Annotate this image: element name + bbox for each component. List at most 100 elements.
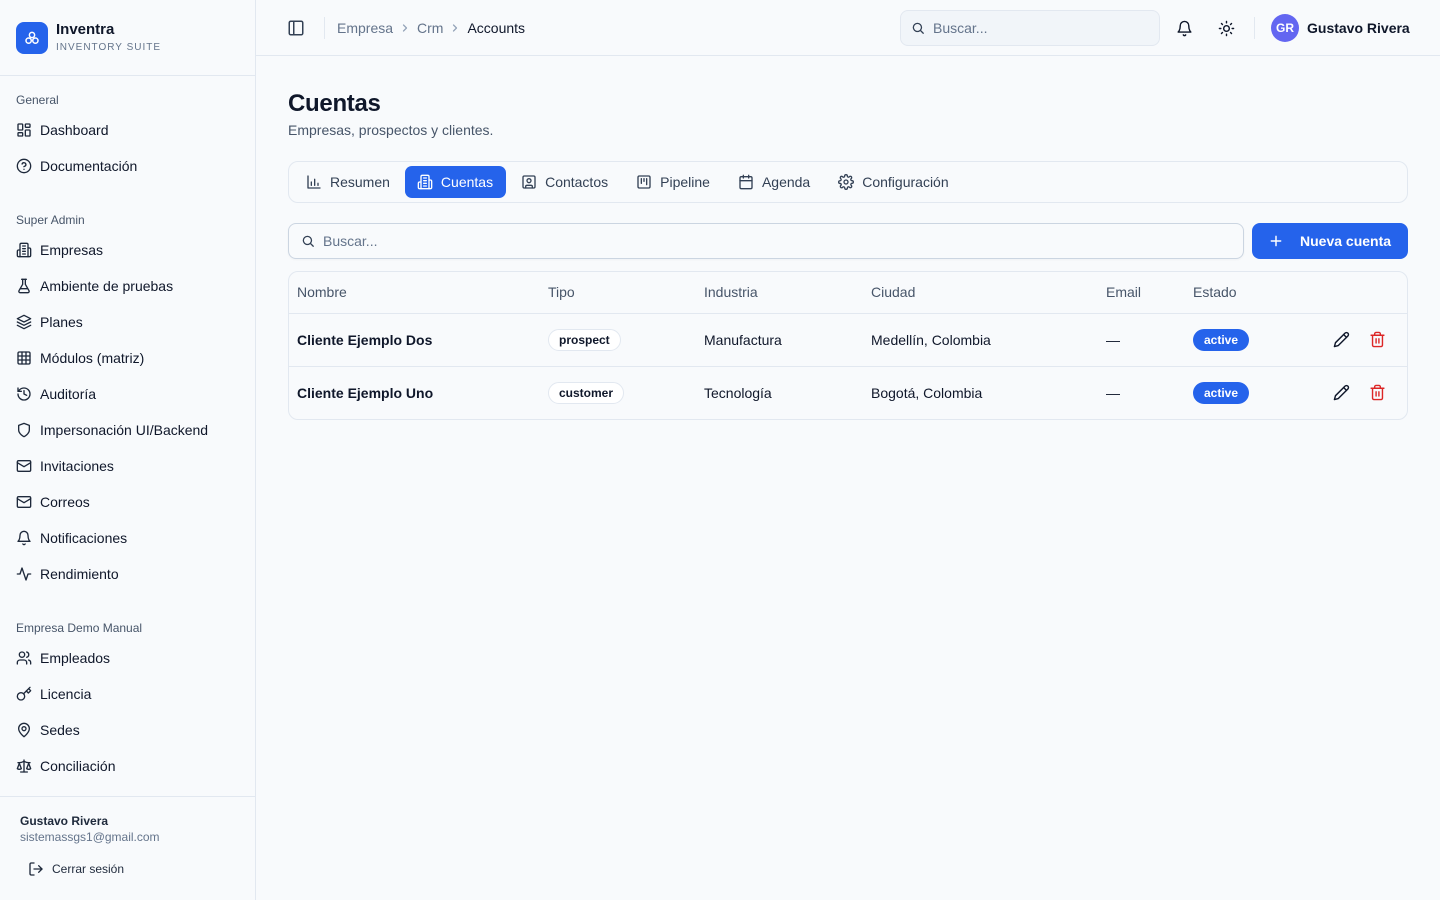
- delete-button[interactable]: [1363, 379, 1391, 407]
- trash-icon: [1369, 384, 1385, 401]
- logout-button[interactable]: Cerrar sesión: [20, 861, 235, 877]
- pencil-icon: [1333, 331, 1349, 348]
- sidebar-nav: General Dashboard Documentación Super Ad…: [0, 76, 255, 796]
- brand-name: Inventra: [56, 20, 115, 38]
- tab-contactos[interactable]: Contactos: [508, 166, 621, 198]
- sidebar-item-rendimiento[interactable]: Rendimiento: [0, 556, 255, 592]
- sidebar-item-label: Licencia: [40, 686, 92, 702]
- edit-button[interactable]: [1327, 326, 1355, 354]
- tab-configuracion[interactable]: Configuración: [825, 166, 961, 198]
- top-header: Empresa Crm Accounts GR Gustavo Rivera: [256, 0, 1440, 56]
- mail-icon: [16, 496, 32, 508]
- type-badge: prospect: [548, 328, 621, 351]
- footer-user-name: Gustavo Rivera: [20, 814, 109, 828]
- sidebar-item-sedes[interactable]: Sedes: [0, 712, 255, 748]
- sidebar-item-label: Notificaciones: [40, 530, 128, 546]
- sidebar-item-planes[interactable]: Planes: [0, 304, 255, 340]
- column-header-estado[interactable]: Estado: [1185, 272, 1305, 314]
- logout-icon: [29, 862, 43, 876]
- cell-name: Cliente Ejemplo Dos: [289, 313, 540, 367]
- gear-icon: [838, 174, 855, 190]
- sidebar-item-label: Impersonación UI/Backend: [40, 422, 209, 438]
- status-badge: active: [1193, 381, 1250, 404]
- mail-icon: [16, 460, 32, 472]
- user-menu[interactable]: GR Gustavo Rivera: [1271, 14, 1410, 42]
- sidebar-item-label: Auditoría: [40, 386, 97, 402]
- accounts-search[interactable]: [288, 223, 1244, 259]
- sidebar-item-impersonacion[interactable]: Impersonación UI/Backend: [0, 412, 255, 448]
- sidebar-item-documentacion[interactable]: Documentación: [0, 148, 255, 184]
- sidebar-item-label: Sedes: [40, 722, 80, 738]
- sidebar-item-modulos[interactable]: Módulos (matriz): [0, 340, 255, 376]
- edit-button[interactable]: [1327, 379, 1355, 407]
- sidebar-item-auditoria[interactable]: Auditoría: [0, 376, 255, 412]
- table-row[interactable]: Cliente Ejemplo Uno customer Tecnología …: [289, 366, 1407, 419]
- bell-icon: [1176, 20, 1192, 36]
- building-icon: [417, 174, 433, 190]
- tab-bar: Resumen Cuentas Contactos Pipeline Agend…: [288, 161, 1408, 203]
- tab-cuentas[interactable]: Cuentas: [404, 166, 507, 198]
- delete-button[interactable]: [1363, 326, 1391, 354]
- new-account-button[interactable]: Nueva cuenta: [1252, 223, 1408, 259]
- nav-group-label-general: General: [16, 93, 59, 107]
- tab-label: Cuentas: [440, 174, 494, 190]
- tab-agenda[interactable]: Agenda: [725, 166, 823, 198]
- users-icon: [16, 651, 32, 665]
- brand[interactable]: Inventra INVENTORY SUITE: [0, 0, 255, 76]
- chevron-right-icon: [402, 23, 408, 32]
- sidebar-item-conciliacion[interactable]: Conciliación: [0, 748, 255, 784]
- pencil-icon: [1333, 385, 1349, 401]
- search-icon: [912, 22, 924, 34]
- status-badge: active: [1193, 328, 1250, 351]
- column-header-industria[interactable]: Industria: [696, 272, 863, 314]
- cell-actions: [1305, 366, 1407, 419]
- sidebar-item-label: Conciliación: [40, 758, 116, 774]
- tab-pipeline[interactable]: Pipeline: [623, 166, 723, 198]
- notifications-button[interactable]: [1170, 14, 1198, 42]
- sidebar-item-notificaciones[interactable]: Notificaciones: [0, 520, 255, 556]
- sidebar-item-correos[interactable]: Correos: [0, 484, 255, 520]
- tab-label: Contactos: [545, 174, 609, 190]
- page-subtitle: Empresas, prospectos y clientes.: [288, 122, 494, 138]
- sidebar-item-empresas[interactable]: Empresas: [0, 232, 255, 268]
- shield-icon: [18, 422, 30, 438]
- logout-label: Cerrar sesión: [52, 862, 125, 876]
- column-header-email[interactable]: Email: [1098, 272, 1185, 314]
- cell-city: Medellín, Colombia: [863, 313, 1098, 367]
- cell-email: —: [1098, 313, 1185, 367]
- plus-icon: [1270, 235, 1282, 247]
- user-name: Gustavo Rivera: [1307, 20, 1410, 36]
- sidebar-item-label: Empleados: [40, 650, 111, 666]
- header-search[interactable]: [900, 10, 1160, 46]
- header-divider: [324, 16, 325, 39]
- grid-icon: [17, 351, 31, 365]
- trash-icon: [1369, 331, 1385, 348]
- sidebar-item-dashboard[interactable]: Dashboard: [0, 112, 255, 148]
- tab-resumen[interactable]: Resumen: [293, 166, 403, 198]
- header-search-input[interactable]: [933, 20, 1143, 36]
- new-account-label: Nueva cuenta: [1300, 233, 1392, 249]
- sidebar-item-ambiente-de-pruebas[interactable]: Ambiente de pruebas: [0, 268, 255, 304]
- column-header-nombre[interactable]: Nombre: [289, 272, 540, 314]
- breadcrumb-crm[interactable]: Crm: [417, 20, 443, 36]
- accounts-search-input[interactable]: [323, 233, 1223, 249]
- sidebar-item-label: Documentación: [40, 158, 138, 174]
- cell-city: Bogotá, Colombia: [871, 384, 983, 401]
- column-header-tipo[interactable]: Tipo: [540, 272, 696, 314]
- column-header-ciudad[interactable]: Ciudad: [863, 272, 1098, 314]
- key-icon: [16, 686, 32, 701]
- dashboard-icon: [17, 123, 31, 137]
- tab-label: Resumen: [330, 174, 390, 190]
- theme-toggle-button[interactable]: [1212, 14, 1240, 42]
- sidebar-toggle-button[interactable]: [282, 14, 310, 42]
- sidebar-footer: Gustavo Rivera sistemassgs1@gmail.com Ce…: [0, 796, 255, 900]
- table-row[interactable]: Cliente Ejemplo Dos prospect Manufactura…: [289, 313, 1407, 367]
- tab-label: Agenda: [761, 174, 811, 190]
- sidebar-item-licencia[interactable]: Licencia: [0, 676, 255, 712]
- building-icon: [16, 242, 32, 258]
- sidebar-item-empleados[interactable]: Empleados: [0, 640, 255, 676]
- sidebar-item-invitaciones[interactable]: Invitaciones: [0, 448, 255, 484]
- breadcrumb-accounts: Accounts: [467, 19, 526, 36]
- map-pin-icon: [18, 722, 30, 738]
- breadcrumb-empresa[interactable]: Empresa: [337, 20, 393, 36]
